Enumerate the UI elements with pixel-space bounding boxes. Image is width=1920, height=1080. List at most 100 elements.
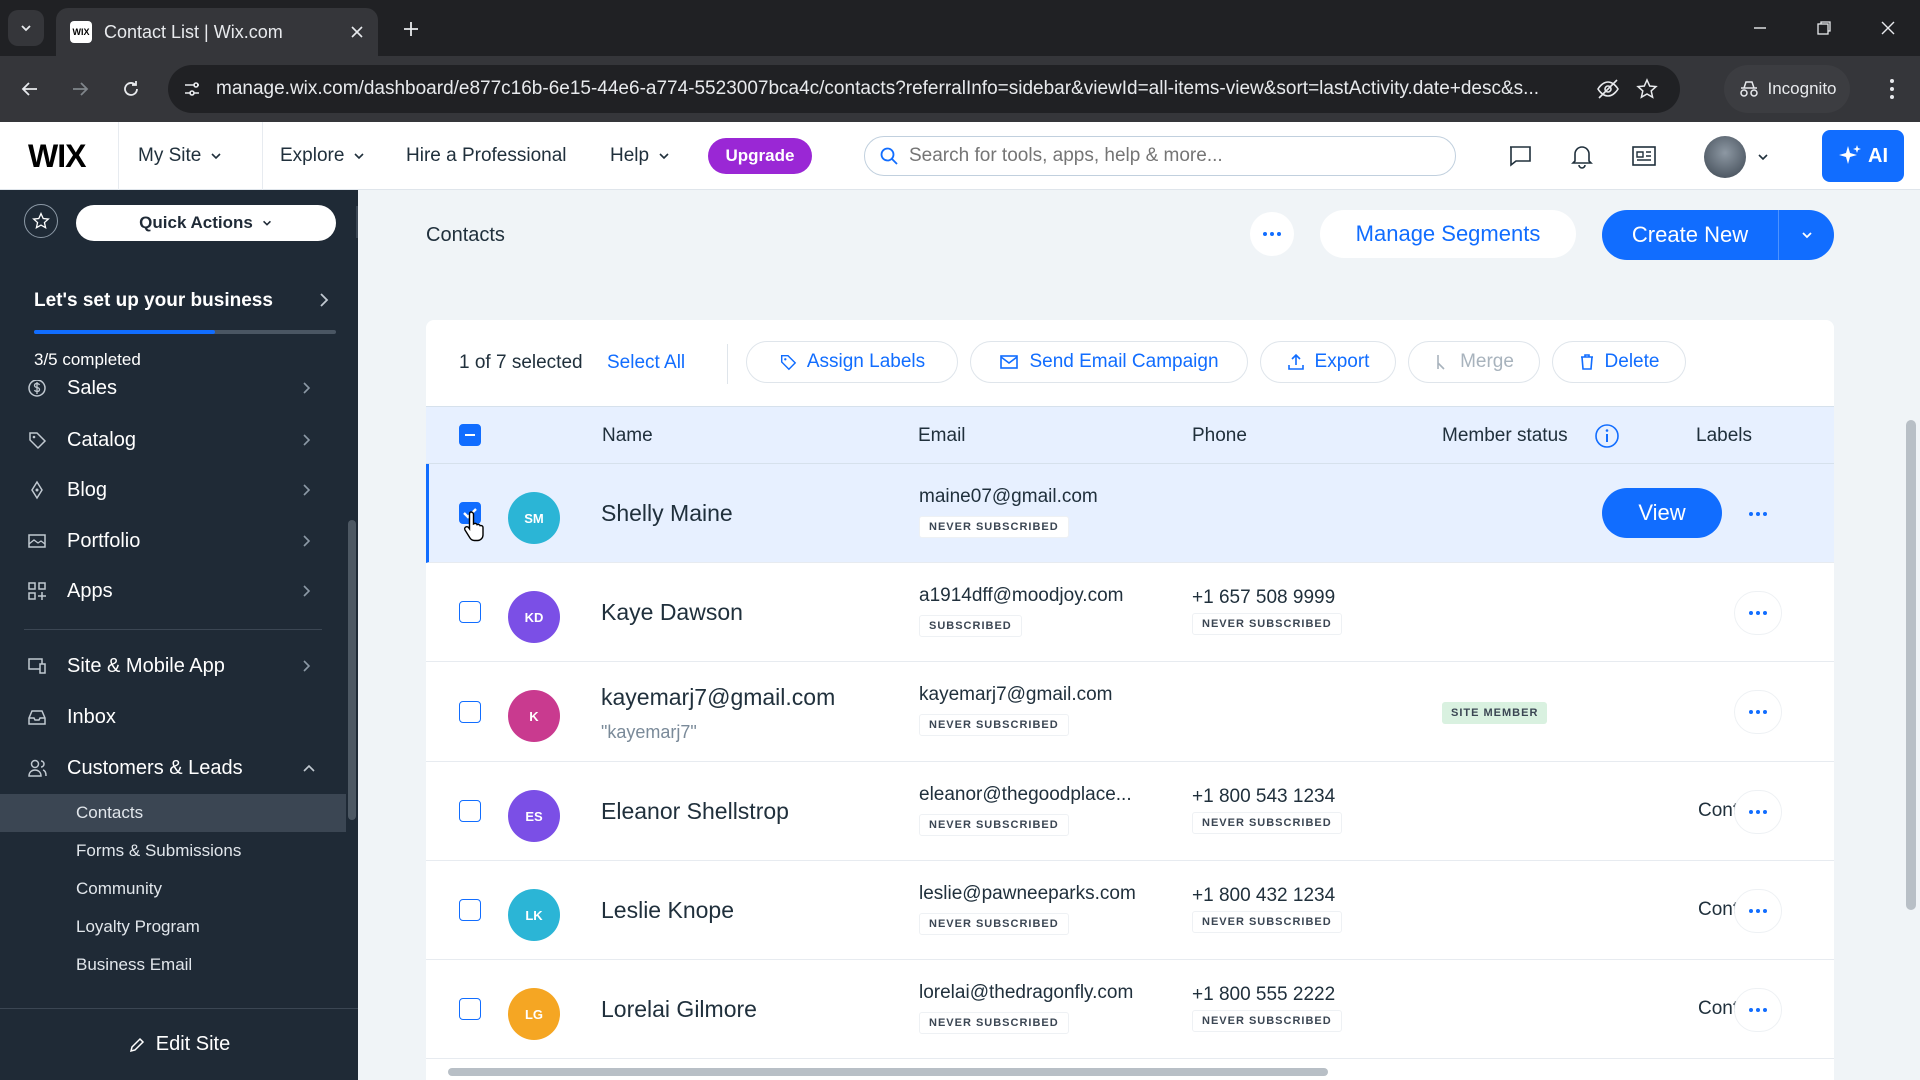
new-tab-button[interactable] (396, 14, 426, 44)
vertical-scrollbar[interactable] (1906, 420, 1916, 910)
my-site-menu[interactable]: My Site (138, 122, 223, 190)
sidebar-item-catalog[interactable]: Catalog (0, 416, 358, 464)
column-header-name[interactable]: Name (602, 425, 653, 447)
back-button[interactable] (12, 71, 48, 107)
table-row[interactable]: SM Shelly Maine maine07@gmail.com NEVER … (426, 464, 1834, 563)
row-checkbox[interactable] (459, 998, 481, 1020)
row-checkbox[interactable] (459, 701, 481, 723)
hire-professional-link[interactable]: Hire a Professional (406, 122, 567, 190)
user-avatar[interactable] (1704, 136, 1746, 178)
explore-menu[interactable]: Explore (280, 122, 366, 190)
quick-actions-button[interactable]: Quick Actions (76, 205, 336, 241)
sidebar-subitem-business-email[interactable]: Business Email (0, 946, 346, 984)
select-all-link[interactable]: Select All (607, 352, 685, 374)
chevron-right-icon[interactable] (318, 292, 330, 308)
sidebar-item-apps[interactable]: Apps (0, 567, 358, 615)
row-more-button[interactable] (1734, 591, 1782, 635)
view-contact-button[interactable]: View (1602, 488, 1722, 538)
site-settings-icon (185, 82, 199, 96)
chevron-right-icon (303, 434, 311, 446)
sidebar-subitem-forms[interactable]: Forms & Submissions (0, 832, 346, 870)
more-actions-button[interactable] (1250, 212, 1294, 256)
table-row[interactable]: LG Lorelai Gilmore lorelai@thedragonfly.… (426, 960, 1834, 1059)
select-all-checkbox[interactable] (459, 424, 481, 446)
column-header-phone[interactable]: Phone (1192, 425, 1247, 447)
restore-button[interactable] (1804, 10, 1844, 46)
chevron-down-icon[interactable] (1756, 150, 1770, 164)
table-row[interactable]: K kayemarj7@gmail.com "kayemarj7" kayema… (426, 662, 1834, 762)
incognito-indicator[interactable]: Incognito (1724, 65, 1850, 113)
row-checkbox[interactable] (459, 800, 481, 822)
forward-button[interactable] (62, 71, 98, 107)
browser-menu-button[interactable] (1874, 71, 1910, 107)
row-more-button[interactable] (1734, 492, 1782, 536)
sidebar-scrollbar[interactable] (348, 520, 356, 820)
favorites-button[interactable] (24, 204, 58, 238)
sidebar-subitem-community[interactable]: Community (0, 870, 346, 908)
updates-button[interactable] (1628, 140, 1660, 172)
manage-segments-button[interactable]: Manage Segments (1320, 210, 1576, 258)
tab-search-button[interactable] (8, 10, 44, 46)
email-subscription-badge: NEVER SUBSCRIBED (919, 814, 1069, 836)
row-more-button[interactable] (1734, 790, 1782, 834)
eye-off-icon[interactable] (1596, 78, 1620, 100)
contact-name[interactable]: Leslie Knope (601, 897, 734, 924)
row-more-button[interactable] (1734, 988, 1782, 1032)
table-row[interactable]: ES Eleanor Shellstrop eleanor@thegoodpla… (426, 762, 1834, 861)
messages-button[interactable] (1504, 140, 1536, 172)
setup-title[interactable]: Let's set up your business (34, 290, 273, 312)
window-close-button[interactable] (1868, 10, 1908, 46)
info-icon[interactable] (1594, 423, 1620, 449)
row-checkbox[interactable] (459, 601, 481, 623)
sidebar-item-site-mobile-app[interactable]: Site & Mobile App (0, 642, 358, 690)
browser-tab[interactable]: WIX Contact List | Wix.com (56, 8, 378, 56)
column-header-member-status[interactable]: Member status (1442, 425, 1568, 447)
horizontal-scrollbar[interactable] (426, 1064, 1834, 1080)
notifications-button[interactable] (1566, 140, 1598, 172)
contact-name[interactable]: Shelly Maine (601, 500, 733, 527)
minimize-button[interactable] (1740, 10, 1780, 46)
address-bar[interactable]: manage.wix.com/dashboard/e877c16b-6e15-4… (168, 65, 1680, 113)
edit-site-button[interactable]: Edit Site (0, 1008, 358, 1080)
sidebar-item-portfolio[interactable]: Portfolio (0, 517, 358, 565)
row-checkbox[interactable] (459, 899, 481, 921)
row-more-button[interactable] (1734, 690, 1782, 734)
send-email-campaign-button[interactable]: Send Email Campaign (970, 341, 1248, 383)
contact-name[interactable]: kayemarj7@gmail.com (601, 684, 835, 711)
merge-button[interactable]: Merge (1408, 341, 1540, 383)
chevron-right-icon (303, 382, 311, 394)
star-icon[interactable] (1636, 78, 1658, 100)
table-row[interactable]: LK Leslie Knope leslie@pawneeparks.com N… (426, 861, 1834, 960)
assign-labels-button[interactable]: Assign Labels (746, 341, 958, 383)
people-icon (26, 757, 48, 779)
row-more-button[interactable] (1734, 889, 1782, 933)
column-header-labels[interactable]: Labels (1696, 425, 1752, 447)
search-input[interactable] (909, 145, 1441, 167)
close-icon[interactable] (350, 25, 364, 39)
reload-button[interactable] (113, 71, 149, 107)
horizontal-scrollbar-thumb[interactable] (448, 1068, 1328, 1076)
contact-name[interactable]: Eleanor Shellstrop (601, 798, 789, 825)
create-new-dropdown[interactable] (1778, 210, 1834, 260)
help-menu[interactable]: Help (610, 122, 671, 190)
contact-name[interactable]: Lorelai Gilmore (601, 996, 757, 1023)
chevron-right-icon (303, 660, 311, 672)
upgrade-button[interactable]: Upgrade (708, 138, 812, 174)
sidebar-subitem-loyalty[interactable]: Loyalty Program (0, 908, 346, 946)
export-button[interactable]: Export (1260, 341, 1396, 383)
table-row[interactable]: KD Kaye Dawson a1914dff@moodjoy.com SUBS… (426, 563, 1834, 662)
wix-logo[interactable]: WIX (28, 138, 86, 175)
create-new-button[interactable]: Create New (1602, 222, 1778, 248)
avatar: ES (508, 790, 560, 842)
sidebar-item-sales[interactable]: Sales (0, 380, 358, 412)
column-header-email[interactable]: Email (918, 425, 966, 447)
sidebar-item-blog[interactable]: Blog (0, 466, 358, 514)
sidebar-subitem-contacts[interactable]: Contacts (0, 794, 346, 832)
sidebar-item-inbox[interactable]: Inbox (0, 693, 358, 741)
contact-name[interactable]: Kaye Dawson (601, 599, 743, 626)
sidebar-item-customers-leads[interactable]: Customers & Leads (0, 744, 358, 792)
sidebar-item-label: Site & Mobile App (67, 654, 225, 677)
ai-assistant-button[interactable]: AI (1822, 130, 1904, 182)
delete-button[interactable]: Delete (1552, 341, 1686, 383)
search-box[interactable] (864, 136, 1456, 176)
